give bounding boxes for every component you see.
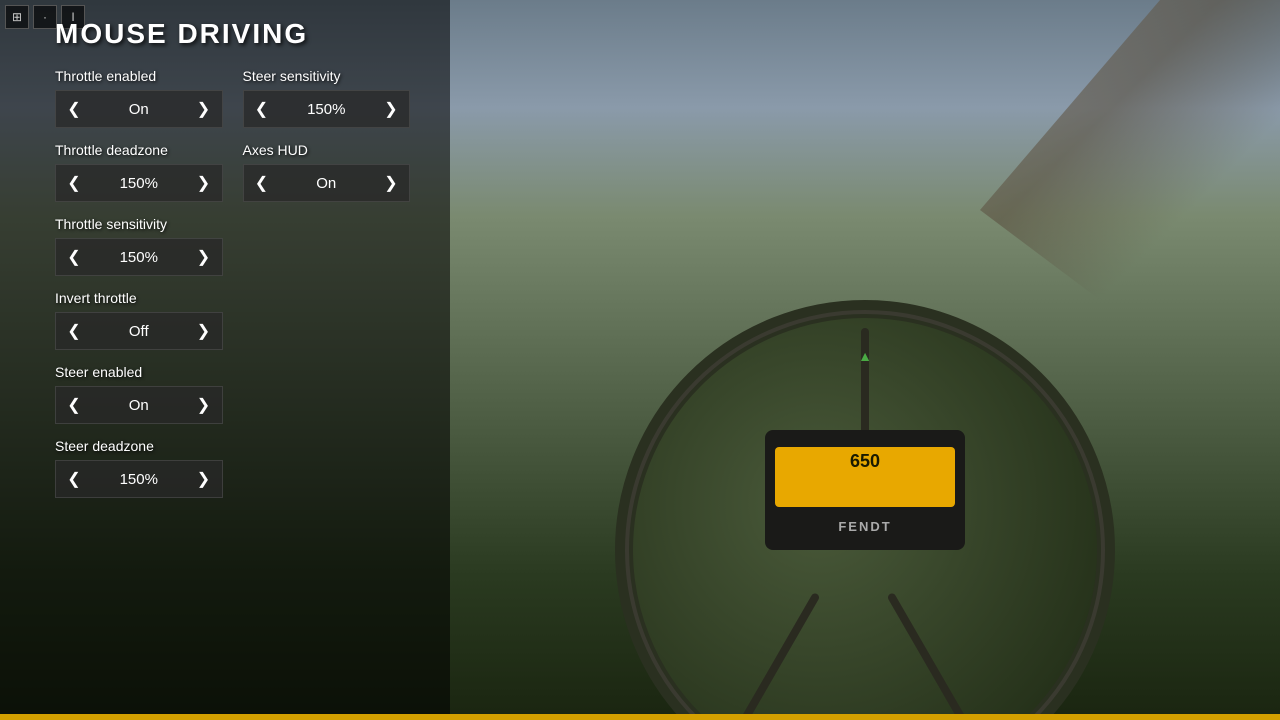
invert-throttle-control: ❮ Off ❯ xyxy=(55,312,223,350)
steer-deadzone-next-button[interactable]: ❯ xyxy=(186,461,222,497)
throttle-deadzone-prev-button[interactable]: ❮ xyxy=(56,165,92,201)
throttle-deadzone-label: Throttle deadzone xyxy=(55,142,223,158)
steer-enabled-prev-button[interactable]: ❮ xyxy=(56,387,92,423)
steer-sensitivity-next-button[interactable]: ❯ xyxy=(373,91,409,127)
steer-enabled-group: Steer enabled ❮ On ❯ xyxy=(55,364,223,424)
invert-throttle-next-button[interactable]: ❯ xyxy=(186,313,222,349)
invert-throttle-group: Invert throttle ❮ Off ❯ xyxy=(55,290,223,350)
throttle-enabled-label: Throttle enabled xyxy=(55,68,223,84)
fendt-logo: FENDT xyxy=(838,519,891,534)
throttle-deadzone-control: ❮ 150% ❯ xyxy=(55,164,223,202)
axes-hud-label: Axes HUD xyxy=(243,142,411,158)
right-column: Steer sensitivity ❮ 150% ❯ Axes HUD ❮ On… xyxy=(243,68,411,512)
throttle-enabled-control: ❮ On ❯ xyxy=(55,90,223,128)
steer-sensitivity-prev-button[interactable]: ❮ xyxy=(244,91,280,127)
invert-throttle-label: Invert throttle xyxy=(55,290,223,306)
throttle-deadzone-next-button[interactable]: ❯ xyxy=(186,165,222,201)
axes-hud-value: On xyxy=(280,175,374,192)
throttle-sensitivity-label: Throttle sensitivity xyxy=(55,216,223,232)
steer-sensitivity-value: 150% xyxy=(280,101,374,118)
settings-grid: Throttle enabled ❮ On ❯ Throttle deadzon… xyxy=(55,68,410,512)
left-column: Throttle enabled ❮ On ❯ Throttle deadzon… xyxy=(55,68,223,512)
steer-sensitivity-group: Steer sensitivity ❮ 150% ❯ xyxy=(243,68,411,128)
steer-deadzone-prev-button[interactable]: ❮ xyxy=(56,461,92,497)
hud-display: 650 xyxy=(775,447,955,507)
steer-enabled-value: On xyxy=(92,397,186,414)
invert-throttle-prev-button[interactable]: ❮ xyxy=(56,313,92,349)
axes-hud-prev-button[interactable]: ❮ xyxy=(244,165,280,201)
steer-sensitivity-label: Steer sensitivity xyxy=(243,68,411,84)
steer-enabled-label: Steer enabled xyxy=(55,364,223,380)
throttle-deadzone-group: Throttle deadzone ❮ 150% ❯ xyxy=(55,142,223,202)
throttle-sensitivity-control: ❮ 150% ❯ xyxy=(55,238,223,276)
throttle-enabled-group: Throttle enabled ❮ On ❯ xyxy=(55,68,223,128)
steer-sensitivity-control: ❮ 150% ❯ xyxy=(243,90,411,128)
page-title: MOUSE DRIVING xyxy=(55,18,410,50)
throttle-sensitivity-group: Throttle sensitivity ❮ 150% ❯ xyxy=(55,216,223,276)
steer-enabled-next-button[interactable]: ❯ xyxy=(186,387,222,423)
wheel-area: 650 FENDT ▲ xyxy=(450,0,1280,720)
dashboard-display: 650 FENDT xyxy=(765,430,965,550)
invert-throttle-value: Off xyxy=(92,323,186,340)
axes-hud-group: Axes HUD ❮ On ❯ xyxy=(243,142,411,202)
settings-content: MOUSE DRIVING Throttle enabled ❮ On ❯ Th… xyxy=(0,0,450,532)
steer-deadzone-control: ❮ 150% ❯ xyxy=(55,460,223,498)
steer-enabled-control: ❮ On ❯ xyxy=(55,386,223,424)
throttle-enabled-next-button[interactable]: ❯ xyxy=(186,91,222,127)
axes-hud-control: ❮ On ❯ xyxy=(243,164,411,202)
throttle-sensitivity-next-button[interactable]: ❯ xyxy=(186,239,222,275)
axes-hud-next-button[interactable]: ❯ xyxy=(373,165,409,201)
throttle-enabled-value: On xyxy=(92,101,186,118)
steer-deadzone-group: Steer deadzone ❮ 150% ❯ xyxy=(55,438,223,498)
throttle-sensitivity-prev-button[interactable]: ❮ xyxy=(56,239,92,275)
steering-wheel: 650 FENDT ▲ xyxy=(615,300,1115,720)
throttle-enabled-prev-button[interactable]: ❮ xyxy=(56,91,92,127)
steer-deadzone-value: 150% xyxy=(92,471,186,488)
throttle-sensitivity-value: 150% xyxy=(92,249,186,266)
bottom-accent-bar xyxy=(0,714,1280,720)
throttle-deadzone-value: 150% xyxy=(92,175,186,192)
steer-deadzone-label: Steer deadzone xyxy=(55,438,223,454)
